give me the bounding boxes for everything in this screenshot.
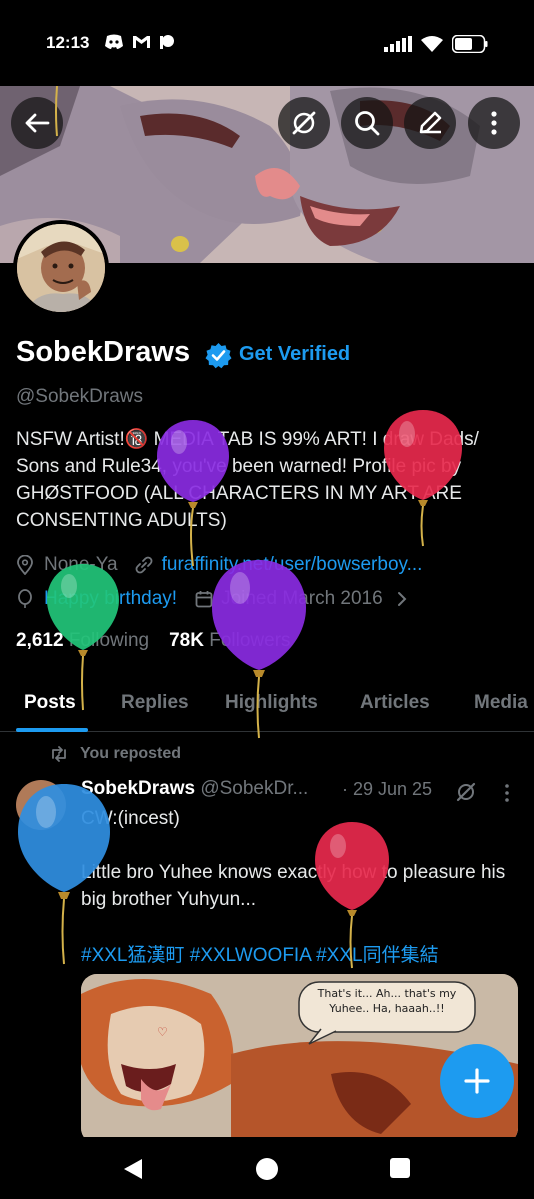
purple-balloon-large — [212, 560, 306, 739]
post-more-icon[interactable] — [500, 782, 514, 804]
balloon-string-top — [55, 86, 58, 137]
repost-icon — [52, 746, 66, 762]
edit-icon — [419, 111, 442, 134]
profile-avatar[interactable] — [13, 220, 109, 316]
search-button[interactable] — [341, 97, 393, 149]
red-balloon-top — [384, 410, 462, 547]
status-bar: 12:13 — [0, 0, 534, 86]
verified-badge-icon — [205, 343, 232, 369]
get-verified-link[interactable]: Get Verified — [239, 343, 350, 366]
notification-icons — [104, 34, 175, 50]
purple-balloon-small — [157, 420, 229, 567]
post-author-handle: @SobekDr... — [200, 778, 309, 799]
tab-media[interactable]: Media — [474, 692, 528, 714]
compose-button[interactable] — [440, 1044, 514, 1118]
speech-bubble-text: That's it... Ah... that's my Yuhee.. Ha,… — [317, 987, 457, 1015]
back-triangle-icon[interactable] — [122, 1157, 144, 1181]
repost-label: You reposted — [50, 745, 181, 763]
back-arrow-icon — [25, 113, 50, 133]
svg-text:♡: ♡ — [157, 1025, 168, 1039]
status-time: 12:13 — [46, 33, 90, 52]
more-button[interactable] — [468, 97, 520, 149]
post-author[interactable]: SobekDraws @SobekDr... — [81, 778, 308, 800]
search-icon — [355, 111, 380, 136]
patreon-icon — [160, 35, 174, 49]
balloon-icon — [18, 589, 32, 608]
grok-icon — [292, 111, 316, 135]
post-date: · 29 Jun 25 — [342, 779, 433, 799]
tab-replies[interactable]: Replies — [121, 692, 189, 714]
profile-handle: @SobekDraws — [16, 386, 143, 407]
display-name: SobekDraws — [16, 336, 191, 368]
active-tab-indicator — [16, 728, 88, 732]
more-vertical-icon — [491, 111, 497, 135]
home-circle-icon[interactable] — [255, 1157, 279, 1181]
post-text: CW:(incest) Little bro Yuhee knows exact… — [81, 805, 521, 913]
gmail-icon — [133, 36, 150, 48]
system-icons — [384, 35, 488, 53]
grok-button[interactable] — [278, 97, 330, 149]
discord-icon — [105, 34, 123, 49]
location-pin-icon — [17, 555, 33, 575]
android-navigation-bar — [0, 1137, 534, 1199]
link-icon — [135, 556, 153, 574]
post-text-body: Little bro Yuhee knows exactly how to pl… — [81, 862, 506, 910]
plus-icon — [464, 1068, 490, 1094]
recents-square-icon[interactable] — [390, 1158, 410, 1178]
wifi-icon — [421, 36, 443, 52]
green-balloon — [47, 564, 119, 711]
edit-button[interactable] — [404, 97, 456, 149]
grok-post-icon[interactable] — [455, 781, 477, 803]
tab-articles[interactable]: Articles — [360, 692, 430, 714]
post-text-line1: CW:(incest) — [81, 808, 180, 829]
chevron-right-icon[interactable] — [395, 591, 409, 607]
signal-icon — [384, 36, 412, 52]
battery-icon — [452, 35, 488, 53]
red-balloon-bottom — [315, 822, 389, 969]
blue-balloon — [18, 784, 110, 965]
